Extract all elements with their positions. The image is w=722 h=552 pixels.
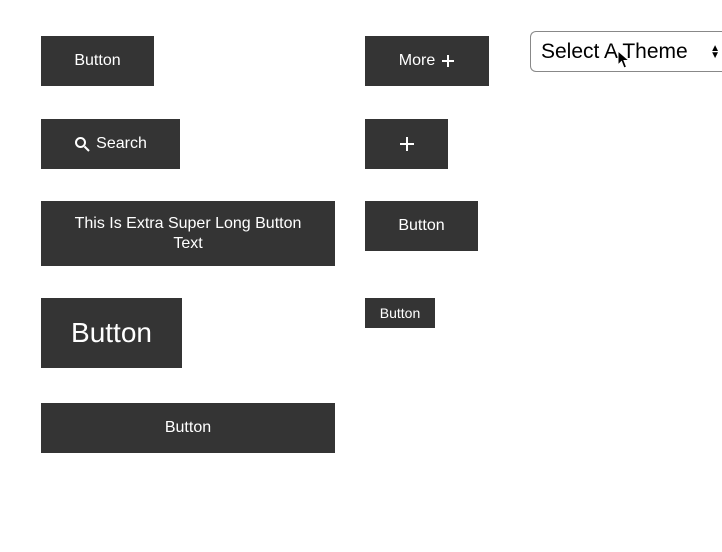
more-button[interactable]: More: [365, 36, 489, 86]
button-label: This Is Extra Super Long Button Text: [71, 214, 305, 252]
button-label: Button: [380, 305, 420, 322]
button-label: More: [399, 51, 435, 70]
dropdown-arrows-icon: ▲▼: [710, 45, 720, 59]
button-basic[interactable]: Button: [41, 36, 154, 86]
wide-button[interactable]: Button: [41, 403, 335, 453]
plus-icon: [399, 136, 415, 152]
plus-icon: [441, 54, 455, 68]
button-label: Button: [71, 316, 152, 350]
theme-select[interactable]: Select A Theme ▲▼: [530, 31, 722, 72]
button-label: Search: [96, 134, 147, 153]
button-label: Button: [398, 216, 444, 235]
long-text-button[interactable]: This Is Extra Super Long Button Text: [41, 201, 335, 266]
icon-only-plus-button[interactable]: [365, 119, 448, 169]
search-button[interactable]: Search: [41, 119, 180, 169]
button-label: Button: [74, 51, 120, 70]
search-icon: [74, 136, 90, 152]
theme-select-value: Select A Theme: [541, 40, 688, 64]
button-label: Button: [165, 418, 211, 437]
small-button[interactable]: Button: [365, 298, 435, 328]
large-button[interactable]: Button: [41, 298, 182, 368]
button-default[interactable]: Button: [365, 201, 478, 251]
